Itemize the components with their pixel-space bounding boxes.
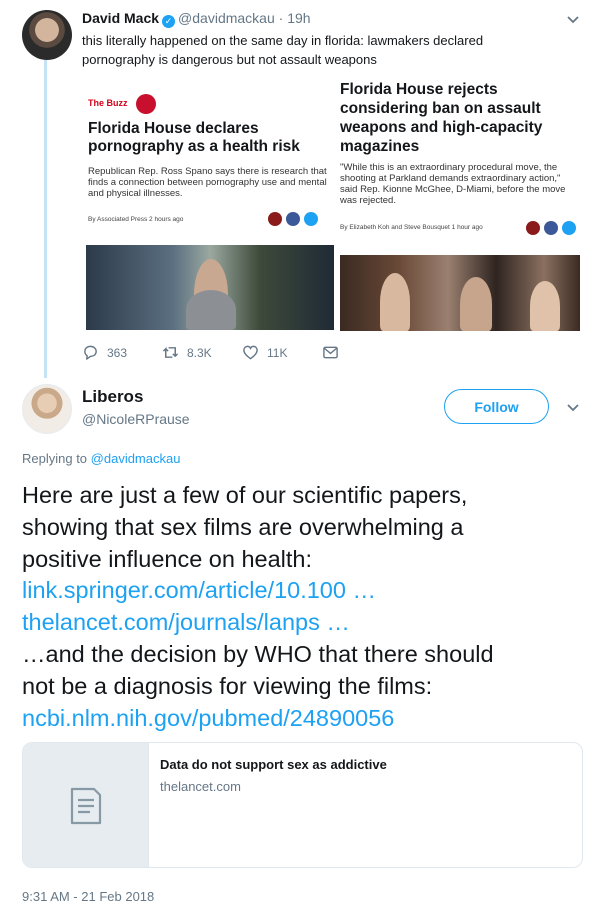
author-handle[interactable]: @NicoleRPrause bbox=[82, 411, 190, 427]
twitter-share-icon bbox=[562, 221, 576, 235]
card-title: Data do not support sex as addictive bbox=[160, 757, 387, 772]
tweet-link[interactable]: link.springer.com/article/10.100 … bbox=[22, 575, 602, 607]
email-share-icon bbox=[268, 212, 282, 226]
article-summary: "While this is an extraordinary procedur… bbox=[340, 162, 566, 206]
replying-to: Replying to @davidmackau bbox=[22, 451, 180, 466]
photo-figure bbox=[380, 273, 410, 331]
article-byline: By Elizabeth Koh and Steve Bousquet 1 ho… bbox=[340, 224, 483, 231]
photo-figure bbox=[530, 281, 560, 331]
retweet-button[interactable]: 8.3K bbox=[162, 344, 212, 361]
link-preview-card[interactable]: Data do not support sex as addictive the… bbox=[22, 742, 583, 868]
article-summary: Republican Rep. Ross Spano says there is… bbox=[88, 166, 327, 199]
chevron-down-icon[interactable] bbox=[566, 12, 580, 26]
follow-button[interactable]: Follow bbox=[444, 389, 549, 424]
author-handle[interactable]: @davidmackau bbox=[178, 10, 275, 26]
tweet-text: Here are just a few of our scientific pa… bbox=[22, 480, 602, 734]
email-share-icon bbox=[526, 221, 540, 235]
section-label: The Buzz bbox=[88, 98, 128, 108]
tweet-header: David Mack ✓ @davidmackau · 19h bbox=[82, 10, 311, 28]
card-thumbnail bbox=[23, 743, 149, 867]
article-photo bbox=[340, 255, 580, 331]
attached-image-right[interactable]: Florida House rejects considering ban on… bbox=[338, 76, 582, 331]
avatar[interactable] bbox=[22, 384, 72, 434]
article-photo bbox=[86, 245, 334, 330]
reply-icon bbox=[84, 345, 97, 360]
direct-message-button[interactable] bbox=[322, 344, 347, 361]
tweet-link[interactable]: ncbi.nlm.nih.gov/pubmed/24890056 bbox=[22, 703, 602, 735]
facebook-share-icon bbox=[286, 212, 300, 226]
tweet-text-line: Here are just a few of our scientific pa… bbox=[22, 482, 468, 508]
tweet-actions: 363 8.3K 11K bbox=[82, 344, 382, 364]
tweet-link[interactable]: thelancet.com/journals/lanps … bbox=[22, 607, 602, 639]
tweet-text-line: not be a diagnosis for viewing the films… bbox=[22, 672, 433, 699]
reply-button[interactable]: 363 bbox=[82, 344, 127, 361]
photo-figure bbox=[186, 290, 236, 330]
article-byline: By Associated Press 2 hours ago bbox=[88, 216, 184, 223]
share-icons bbox=[268, 212, 318, 226]
reply-count: 363 bbox=[107, 345, 128, 360]
attached-image-left[interactable]: The Buzz Florida House declares pornogra… bbox=[82, 76, 336, 331]
thread-line bbox=[44, 60, 47, 378]
article-headline: Florida House rejects considering ban on… bbox=[340, 81, 543, 155]
like-button[interactable]: 11K bbox=[242, 344, 287, 361]
twitter-share-icon bbox=[304, 212, 318, 226]
like-icon bbox=[243, 345, 258, 360]
avatar[interactable] bbox=[22, 10, 72, 60]
tweet-text: this literally happened on the same day … bbox=[82, 33, 484, 67]
like-count: 11K bbox=[267, 345, 288, 360]
message-icon bbox=[323, 346, 338, 359]
document-icon bbox=[70, 787, 101, 825]
chevron-down-icon[interactable] bbox=[566, 400, 580, 414]
focused-tweet: Liberos @NicoleRPrause Follow Replying t… bbox=[0, 378, 609, 917]
author-name[interactable]: David Mack bbox=[82, 10, 159, 26]
facebook-share-icon bbox=[544, 221, 558, 235]
share-icons bbox=[526, 221, 576, 235]
tweet-text-line: showing that sex films are overwhelming … bbox=[22, 513, 464, 540]
article-headline: Florida House declares pornography as a … bbox=[88, 120, 300, 155]
newspaper-logo-icon bbox=[136, 94, 156, 114]
replying-to-link[interactable]: @davidmackau bbox=[91, 451, 181, 466]
tweet-text-line: …and the decision by WHO that there shou… bbox=[22, 640, 494, 667]
tweet-time[interactable]: 19h bbox=[287, 10, 310, 26]
separator-dot: · bbox=[278, 10, 284, 26]
photo-figure bbox=[460, 277, 492, 331]
parent-tweet[interactable]: David Mack ✓ @davidmackau · 19h this liter… bbox=[0, 0, 609, 378]
tweet-text-line: positive influence on health: bbox=[22, 545, 313, 572]
author-name[interactable]: Liberos bbox=[82, 387, 143, 407]
tweet-timestamp[interactable]: 9:31 AM - 21 Feb 2018 bbox=[22, 889, 154, 904]
retweet-icon bbox=[162, 347, 179, 358]
card-domain: thelancet.com bbox=[160, 779, 241, 794]
retweet-count: 8.3K bbox=[187, 345, 212, 360]
replying-to-label: Replying to bbox=[22, 451, 91, 466]
verified-badge-icon: ✓ bbox=[162, 15, 176, 28]
